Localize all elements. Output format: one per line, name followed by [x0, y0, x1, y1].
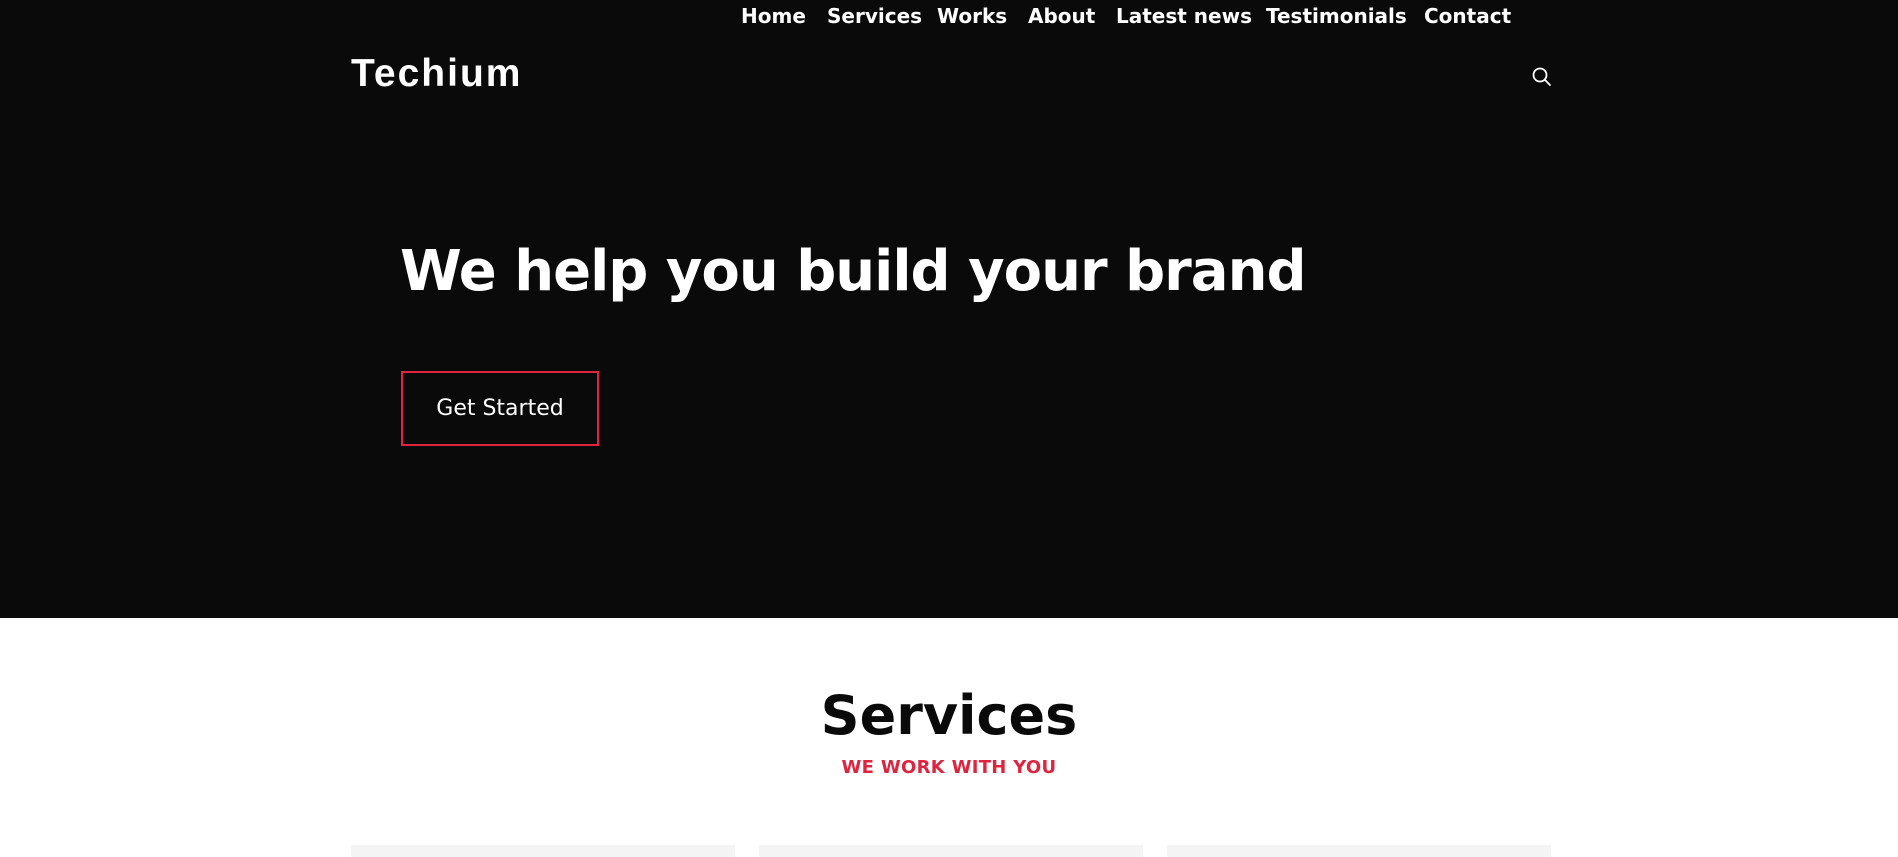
hero-title: We help you build your brand — [400, 239, 1307, 304]
service-card[interactable] — [351, 845, 735, 857]
services-title: Services — [820, 684, 1078, 747]
site-logo[interactable]: Techium — [351, 52, 522, 96]
nav-item-home[interactable]: Home — [741, 0, 806, 32]
search-button[interactable] — [1531, 66, 1553, 88]
services-subtitle: WE WORK WITH YOU — [841, 757, 1057, 778]
service-card[interactable] — [1167, 845, 1551, 857]
nav-item-services[interactable]: Services — [827, 0, 922, 32]
hero-section: Techium Home Services Works About Latest… — [0, 0, 1898, 618]
nav-item-latest-news[interactable]: Latest news — [1116, 0, 1252, 32]
service-card[interactable] — [759, 845, 1143, 857]
nav-item-works[interactable]: Works — [937, 0, 1007, 32]
nav-item-testimonials[interactable]: Testimonials — [1266, 0, 1407, 32]
nav-item-contact[interactable]: Contact — [1424, 0, 1511, 32]
nav-item-about[interactable]: About — [1028, 0, 1095, 32]
search-icon — [1532, 67, 1551, 86]
get-started-button[interactable]: Get Started — [401, 371, 599, 446]
